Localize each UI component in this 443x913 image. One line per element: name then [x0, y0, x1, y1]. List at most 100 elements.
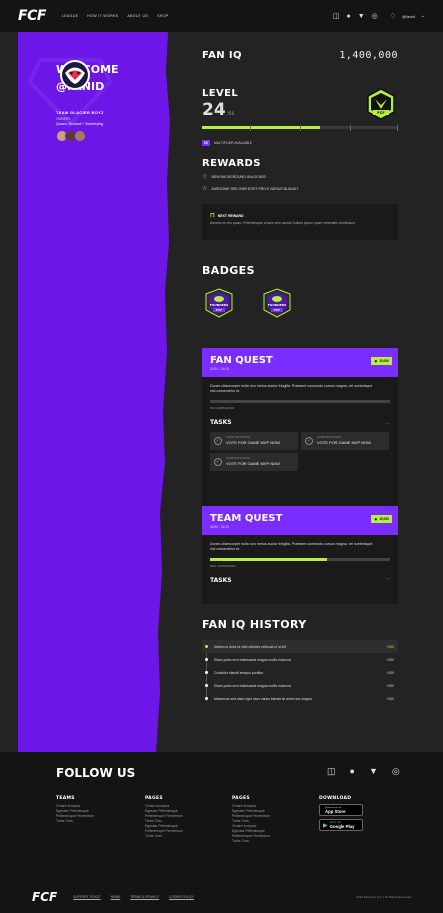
owner-avatars: [56, 130, 166, 142]
facebook-icon[interactable]: ●: [350, 766, 355, 777]
check-circle-icon: ✓: [214, 436, 222, 445]
footer-bottom-link[interactable]: SUPPORT TICKET: [73, 895, 100, 899]
founders-badge-icon[interactable]: FOUNDERS FCF: [204, 288, 234, 318]
team-quest-title: TEAM QUEST: [210, 513, 283, 524]
rewards-title: REWARDS: [202, 158, 261, 169]
twitter-icon[interactable]: ▼: [369, 766, 378, 777]
google-play-button[interactable]: ▶ GET IT ON Google Play: [319, 819, 363, 831]
nav-link-shop[interactable]: SHOP: [157, 14, 168, 18]
chevron-down-icon[interactable]: ⌄: [421, 13, 425, 19]
multiplier-chip[interactable]: 2X: [202, 140, 210, 146]
level-current: 24: [202, 100, 226, 120]
history-item-points: +200: [386, 670, 394, 675]
copyright: 2020 Fanchise LLC | All Rights Reserved: [356, 895, 411, 899]
task-card[interactable]: ✓ GAME PARTIOPANT VOTE FOR GAME MVP NOW: [210, 452, 298, 471]
task-title: VOTE FOR GAME MVP NOW: [226, 461, 280, 466]
footer-link[interactable]: Tortor Cras: [145, 834, 183, 839]
team-quest-card: TEAM QUEST 01/04 - 01/10 ◉ 15,000 Donec …: [202, 506, 398, 604]
star-icon: ☆: [202, 174, 208, 180]
badge-sub: FCF: [216, 308, 222, 312]
team-quest-description: Donec ullamcorper nulla non metus auctor…: [210, 542, 373, 551]
twitch-icon[interactable]: ◫: [333, 12, 340, 20]
history-list: Nullam id dolor id nibh ultricies vehicu…: [202, 640, 398, 705]
check-circle-icon: ✓: [305, 436, 313, 445]
task-title: VOTE FOR GAME MVP NOW: [226, 440, 280, 445]
instagram-icon[interactable]: ◎: [392, 766, 400, 777]
timeline-dot: [205, 697, 208, 700]
fcf-logo[interactable]: FCF: [18, 8, 46, 24]
history-item[interactable]: Nullam id dolor id nibh ultricies vehicu…: [202, 640, 398, 653]
chevron-up-icon[interactable]: ︿: [385, 419, 390, 426]
history-item-text: Etiam porta sem malesuada magna mollis e…: [214, 683, 291, 688]
task-title: VOTE FOR GAME MVP NOW: [317, 440, 371, 445]
twitter-icon[interactable]: ▼: [358, 13, 365, 20]
badges-title: BADGES: [202, 264, 255, 277]
welcome-block: WELCOME @FANID TEAM GLACIER BOYZ OWNERS …: [56, 58, 166, 142]
footer-logo[interactable]: FCF: [32, 890, 57, 904]
footer-col-teams: TEAMS Ornare Inceptos Egestas Pellentesq…: [56, 796, 94, 824]
nav-link-about-us[interactable]: ABOUT US: [127, 14, 148, 18]
coin-icon: ◉: [374, 359, 378, 363]
footer-col-pages-1: PAGES Ornare Inceptos Egestas Pellentesq…: [145, 796, 183, 839]
footer-bottom-link[interactable]: NEWS: [111, 895, 121, 899]
footer-bottom-bar: FCF SUPPORT TICKET NEWS TERMS & PRIVACY …: [0, 890, 443, 904]
fan-iq-title: FAN IQ: [202, 50, 242, 61]
footer-col-download: DOWNLOAD Download on the App Store ▶ GET…: [319, 796, 363, 834]
instagram-icon[interactable]: ◎: [372, 12, 378, 20]
history-item[interactable]: Maecenas sed diam eget risus varius blan…: [202, 692, 398, 705]
fan-quest-completed: 0% COMPLETED: [210, 405, 234, 410]
timeline-dot: [205, 684, 208, 687]
nav-link-how-it-works[interactable]: HOW IT WORKS: [87, 14, 118, 18]
team-quest-tasks-toggle[interactable]: TASKS ﹀: [210, 577, 390, 584]
timeline-dot: [205, 645, 208, 648]
history-item-text: Maecenas sed diam eget risus varius blan…: [214, 696, 312, 701]
next-reward-card: ⊓ NEXT REWARD Aenean eu leo quam. Pellen…: [202, 204, 398, 240]
team-quest-header: TEAM QUEST 01/04 - 01/10 ◉ 15,000: [202, 506, 398, 535]
footer-bottom-link[interactable]: TERMS & PRIVACY: [130, 895, 159, 899]
task-category: GAME PARTIOPANT: [317, 436, 342, 439]
reward-item: ☆ NEW BACKGROUND UNLOCKED: [202, 174, 266, 180]
footer-bottom-link[interactable]: COOKIE POLICY: [169, 895, 194, 899]
profile-panel: WELCOME @FANID TEAM GLACIER BOYZ OWNERS …: [0, 32, 170, 752]
task-card[interactable]: ✓ GAME PARTIOPANT VOTE FOR GAME MVP NOW: [301, 431, 389, 450]
owners-label: OWNERS: [56, 117, 71, 121]
fan-quest-points: ◉ 15,000: [371, 357, 392, 365]
task-category: GAME PARTIOPANT: [226, 457, 251, 460]
fan-quest-header: FAN QUEST 01/04 - 01/10 ◉ 15,000: [202, 348, 398, 377]
next-reward-label: ⊓ NEXT REWARD: [210, 212, 390, 219]
task-card[interactable]: ✓ GAME PARTIOPANT VOTE FOR GAME MVP NOW: [210, 431, 298, 450]
history-item-text: Nullam id dolor id nibh ultricies vehicu…: [214, 644, 286, 649]
footer-bottom-links: SUPPORT TICKET NEWS TERMS & PRIVACY COOK…: [73, 895, 194, 899]
twitch-icon[interactable]: ◫: [327, 766, 336, 777]
facebook-icon[interactable]: ●: [347, 13, 351, 20]
history-item[interactable]: Etiam porta sem malesuada magna mollis e…: [202, 653, 398, 666]
team-quest-points-value: 15,000: [379, 517, 389, 521]
history-item-points: +200: [386, 696, 394, 701]
nav-user-menu[interactable]: ♢ @fanid ⌄: [390, 12, 425, 20]
footer-link[interactable]: Tortor Cras: [56, 819, 94, 824]
team-quest-dates: 01/04 - 01/10: [210, 525, 229, 529]
user-handle[interactable]: @fanid: [402, 14, 415, 19]
fan-quest-progress-bar: [210, 400, 390, 403]
fan-quest-dates: 01/04 - 01/10: [210, 367, 229, 371]
fan-quest-tasks-toggle[interactable]: TASKS ︿: [210, 419, 390, 426]
footer-link[interactable]: Tortor Cras: [232, 839, 270, 844]
fan-quest-description: Donec ullamcorper nulla non metus auctor…: [210, 384, 373, 393]
nav-link-league[interactable]: LEAGUE: [62, 14, 78, 18]
app-store-button[interactable]: Download on the App Store: [319, 804, 363, 816]
footer-col-pages-2: PAGES Ornare Inceptos Egestas Pellentesq…: [232, 796, 270, 844]
founders-badge-icon[interactable]: FOUNDERS FCF: [262, 288, 292, 318]
history-item-text: Curabitur blandit tempus porttitor: [214, 670, 264, 675]
history-item[interactable]: Etiam porta sem malesuada magna mollis e…: [202, 679, 398, 692]
history-item[interactable]: Curabitur blandit tempus porttitor +200: [202, 666, 398, 679]
team-quest-body: Donec ullamcorper nulla non metus auctor…: [202, 535, 398, 591]
badge-label: FOUNDERS: [210, 303, 229, 307]
team-quest-progress-fill: [210, 558, 327, 561]
chevron-down-icon[interactable]: ﹀: [385, 577, 390, 584]
task-text: GAME PARTIOPANT VOTE FOR GAME MVP NOW: [226, 457, 280, 466]
progress-tick: [250, 125, 251, 131]
coin-icon: ◉: [374, 517, 378, 521]
avatar[interactable]: [74, 130, 86, 142]
fan-quest-body: Donec ullamcorper nulla non metus auctor…: [202, 377, 398, 478]
bell-icon[interactable]: ♢: [390, 12, 396, 20]
